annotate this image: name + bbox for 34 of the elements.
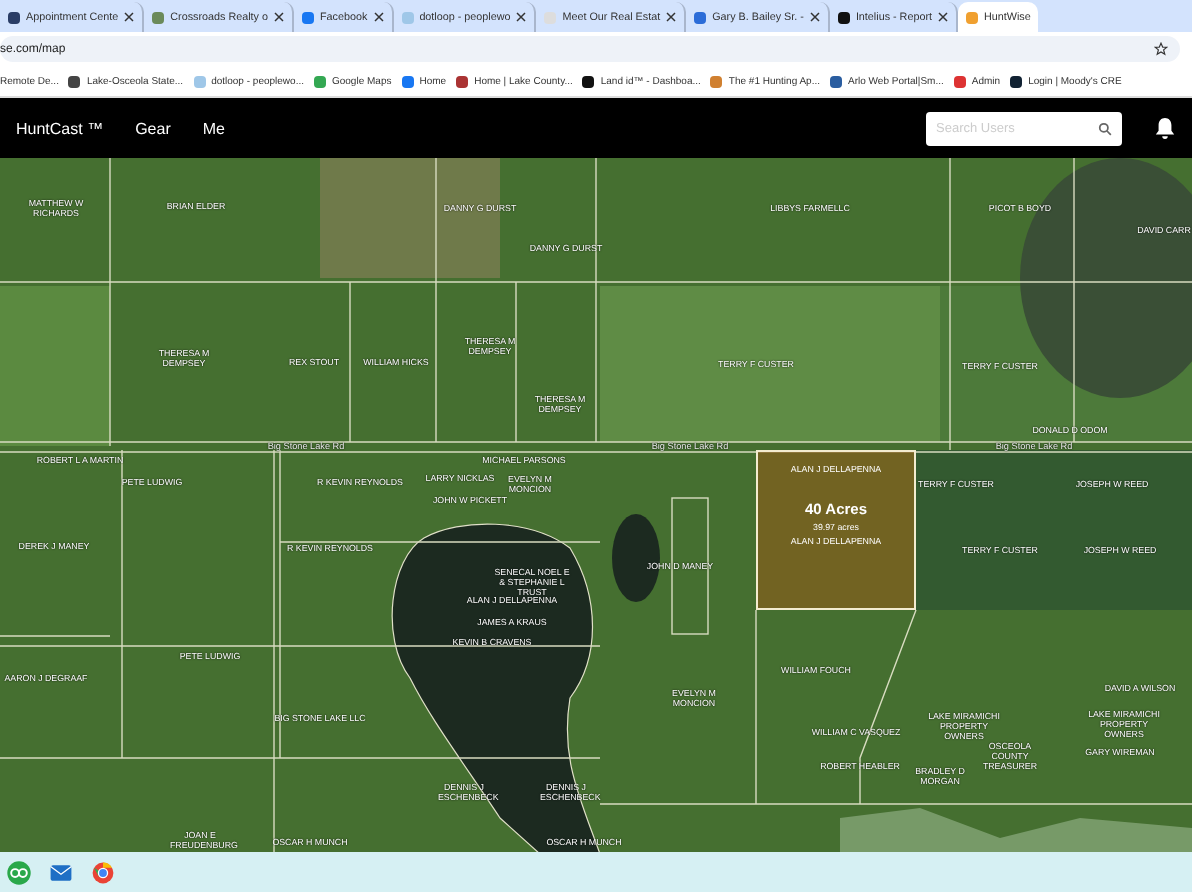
close-icon[interactable] (809, 12, 820, 22)
close-icon[interactable] (516, 12, 527, 22)
site-icon (966, 11, 978, 23)
site-icon (837, 11, 850, 23)
site-icon (830, 75, 842, 87)
close-icon[interactable] (938, 12, 948, 22)
site-icon (193, 75, 206, 87)
site-icon (302, 11, 314, 23)
browser-icon[interactable] (90, 859, 116, 885)
site-icon (456, 75, 469, 87)
bell-icon[interactable] (1154, 116, 1176, 140)
site-icon (401, 11, 414, 23)
site-icon (8, 11, 20, 23)
site-icon (544, 11, 557, 23)
nav-link[interactable]: HuntCast ™ (16, 119, 104, 137)
site-icon (953, 75, 966, 87)
site-icon (313, 75, 326, 87)
site-icon (68, 75, 81, 87)
site-icon (401, 75, 414, 87)
close-icon[interactable] (124, 12, 135, 22)
mail-icon[interactable] (48, 859, 74, 885)
nav-link[interactable]: Gear (135, 119, 171, 137)
site-icon (152, 11, 165, 23)
nav-link[interactable]: Me (202, 119, 225, 137)
site-icon (1010, 75, 1023, 87)
close-icon[interactable] (373, 12, 384, 22)
close-icon[interactable] (666, 12, 677, 22)
close-icon[interactable] (274, 12, 284, 22)
search-icon (1098, 121, 1112, 135)
site-icon (694, 11, 707, 23)
site-icon (582, 75, 595, 87)
star-icon[interactable] (1154, 42, 1168, 56)
app-icon[interactable] (6, 859, 32, 885)
site-icon (710, 75, 723, 87)
